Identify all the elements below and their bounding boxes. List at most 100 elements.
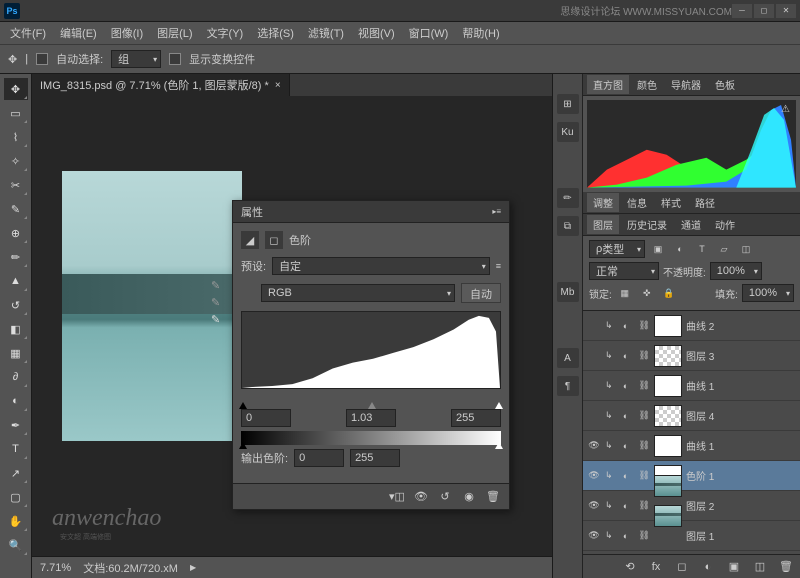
layer-row[interactable]: 👁 ↳ ◐ ⛓ 图层 2 bbox=[583, 491, 800, 521]
output-black-handle[interactable] bbox=[239, 442, 247, 449]
visibility-toggle[interactable]: 👁 bbox=[587, 499, 601, 513]
histogram-warning-icon[interactable]: ⚠ bbox=[781, 104, 790, 115]
filter-adjust-icon[interactable]: ◐ bbox=[671, 241, 689, 257]
input-black-field[interactable] bbox=[241, 409, 291, 427]
filter-smart-icon[interactable]: ◫ bbox=[737, 241, 755, 257]
close-button[interactable]: ✕ bbox=[776, 4, 796, 18]
eyedropper-white-icon[interactable]: ✎ bbox=[211, 313, 220, 326]
layer-filter-dropdown[interactable]: ρ 类型 bbox=[589, 240, 645, 258]
delete-adjustment-icon[interactable]: 🗑 bbox=[483, 488, 503, 506]
menu-type[interactable]: 文字(Y) bbox=[201, 23, 250, 43]
menu-window[interactable]: 窗口(W) bbox=[403, 23, 455, 43]
show-transform-checkbox[interactable] bbox=[169, 53, 181, 65]
layer-row[interactable]: ↳ ◐ ⛓ 曲线 2 bbox=[583, 311, 800, 341]
lock-pixels-icon[interactable]: ▦ bbox=[616, 285, 634, 301]
layer-thumbnail[interactable] bbox=[654, 505, 682, 527]
layer-thumbnail[interactable] bbox=[654, 345, 682, 367]
layer-name-label[interactable]: 色阶 1 bbox=[686, 468, 796, 483]
tab-actions[interactable]: 动作 bbox=[709, 215, 741, 234]
menu-view[interactable]: 视图(V) bbox=[352, 23, 401, 43]
tab-swatches[interactable]: 色板 bbox=[709, 75, 741, 94]
tab-adjustments[interactable]: 调整 bbox=[587, 193, 619, 212]
layer-thumbnail[interactable] bbox=[654, 475, 682, 497]
clip-to-layer-icon[interactable]: ▾◫ bbox=[387, 488, 407, 506]
layer-thumbnail[interactable] bbox=[654, 375, 682, 397]
tab-close-icon[interactable]: × bbox=[275, 80, 281, 91]
input-gamma-field[interactable] bbox=[346, 409, 396, 427]
tab-layers[interactable]: 图层 bbox=[587, 215, 619, 234]
status-arrow-icon[interactable]: ▶ bbox=[190, 563, 196, 572]
layer-thumbnail[interactable] bbox=[654, 405, 682, 427]
maximize-button[interactable]: ◻ bbox=[754, 4, 774, 18]
fill-input[interactable]: 100% bbox=[742, 284, 794, 302]
layer-name-label[interactable]: 曲线 1 bbox=[686, 378, 796, 393]
reset-icon[interactable]: ↺ bbox=[435, 488, 455, 506]
view-previous-icon[interactable]: 👁 bbox=[411, 488, 431, 506]
hand-tool[interactable]: ✋ bbox=[4, 510, 28, 532]
lock-position-icon[interactable]: ✜ bbox=[638, 285, 656, 301]
tab-color[interactable]: 颜色 bbox=[631, 75, 663, 94]
menu-file[interactable]: 文件(F) bbox=[4, 23, 52, 43]
blur-tool[interactable]: ∂ bbox=[4, 366, 28, 388]
output-white-handle[interactable] bbox=[495, 442, 503, 449]
layer-row[interactable]: 👁 ↳ ◐ ⛓ 色阶 1 bbox=[583, 461, 800, 491]
dock-icon-clone[interactable]: ⧉ bbox=[557, 216, 579, 236]
visibility-toggle[interactable] bbox=[587, 319, 601, 333]
history-brush-tool[interactable]: ↺ bbox=[4, 294, 28, 316]
tab-histogram[interactable]: 直方图 bbox=[587, 75, 629, 94]
layer-thumbnail[interactable] bbox=[654, 435, 682, 457]
layer-row[interactable]: ↳ ◐ ⛓ 图层 3 bbox=[583, 341, 800, 371]
dock-icon-mb[interactable]: Mb bbox=[557, 282, 579, 302]
marquee-tool[interactable]: ▭ bbox=[4, 102, 28, 124]
channel-dropdown[interactable]: RGB bbox=[261, 284, 455, 302]
layer-name-label[interactable]: 图层 1 bbox=[686, 528, 796, 543]
layer-fx-icon[interactable]: fx bbox=[646, 558, 666, 576]
shape-tool[interactable]: ▢ bbox=[4, 486, 28, 508]
layer-name-label[interactable]: 曲线 2 bbox=[686, 318, 796, 333]
minimize-button[interactable]: ─ bbox=[732, 4, 752, 18]
dock-icon-para[interactable]: ¶ bbox=[557, 376, 579, 396]
layer-name-label[interactable]: 图层 4 bbox=[686, 408, 796, 423]
menu-help[interactable]: 帮助(H) bbox=[456, 23, 505, 43]
path-tool[interactable]: ↗ bbox=[4, 462, 28, 484]
document-tab[interactable]: IMG_8315.psd @ 7.71% (色阶 1, 图层蒙版/8) * × bbox=[32, 74, 290, 96]
auto-select-checkbox[interactable] bbox=[36, 53, 48, 65]
layer-row[interactable]: 👁 ↳ ◐ ⛓ 曲线 1 bbox=[583, 431, 800, 461]
lock-all-icon[interactable]: 🔒 bbox=[660, 285, 678, 301]
output-gradient[interactable] bbox=[241, 431, 501, 445]
preset-menu-icon[interactable]: ≡ bbox=[496, 261, 501, 271]
layer-row[interactable]: 👁 ↳ ◐ ⛓ 图层 1 bbox=[583, 521, 800, 551]
stamp-tool[interactable]: ▲ bbox=[4, 270, 28, 292]
layer-name-label[interactable]: 图层 2 bbox=[686, 498, 796, 513]
type-tool[interactable]: T bbox=[4, 438, 28, 460]
input-black-handle[interactable] bbox=[239, 402, 247, 409]
blend-mode-dropdown[interactable]: 正常 bbox=[589, 262, 659, 280]
eyedropper-black-icon[interactable]: ✎ bbox=[211, 279, 220, 292]
link-layers-icon[interactable]: ⟲ bbox=[620, 558, 640, 576]
layer-name-label[interactable]: 图层 3 bbox=[686, 348, 796, 363]
filter-shape-icon[interactable]: ▱ bbox=[715, 241, 733, 257]
dock-icon-char[interactable]: A bbox=[557, 348, 579, 368]
visibility-toggle[interactable]: 👁 bbox=[587, 439, 601, 453]
zoom-level[interactable]: 7.71% bbox=[40, 562, 71, 574]
wand-tool[interactable]: ✧ bbox=[4, 150, 28, 172]
eyedropper-tool[interactable]: ✎ bbox=[4, 198, 28, 220]
heal-tool[interactable]: ⊕ bbox=[4, 222, 28, 244]
visibility-toggle[interactable] bbox=[587, 379, 601, 393]
visibility-toggle[interactable] bbox=[587, 349, 601, 363]
layer-group-icon[interactable]: ▣ bbox=[724, 558, 744, 576]
zoom-tool[interactable]: 🔍 bbox=[4, 534, 28, 556]
tab-navigator[interactable]: 导航器 bbox=[665, 75, 707, 94]
pen-tool[interactable]: ✒ bbox=[4, 414, 28, 436]
filter-pixel-icon[interactable]: ▣ bbox=[649, 241, 667, 257]
layer-mask-icon[interactable]: ◻ bbox=[672, 558, 692, 576]
panel-menu-icon[interactable]: ▸≡ bbox=[492, 207, 501, 216]
eraser-tool[interactable]: ◧ bbox=[4, 318, 28, 340]
menu-layer[interactable]: 图层(L) bbox=[151, 23, 198, 43]
menu-select[interactable]: 选择(S) bbox=[251, 23, 300, 43]
opacity-input[interactable]: 100% bbox=[710, 262, 762, 280]
layer-name-label[interactable]: 曲线 1 bbox=[686, 438, 796, 453]
visibility-toggle[interactable]: 👁 bbox=[587, 529, 601, 543]
input-gamma-handle[interactable] bbox=[368, 402, 376, 409]
delete-layer-icon[interactable]: 🗑 bbox=[776, 558, 796, 576]
